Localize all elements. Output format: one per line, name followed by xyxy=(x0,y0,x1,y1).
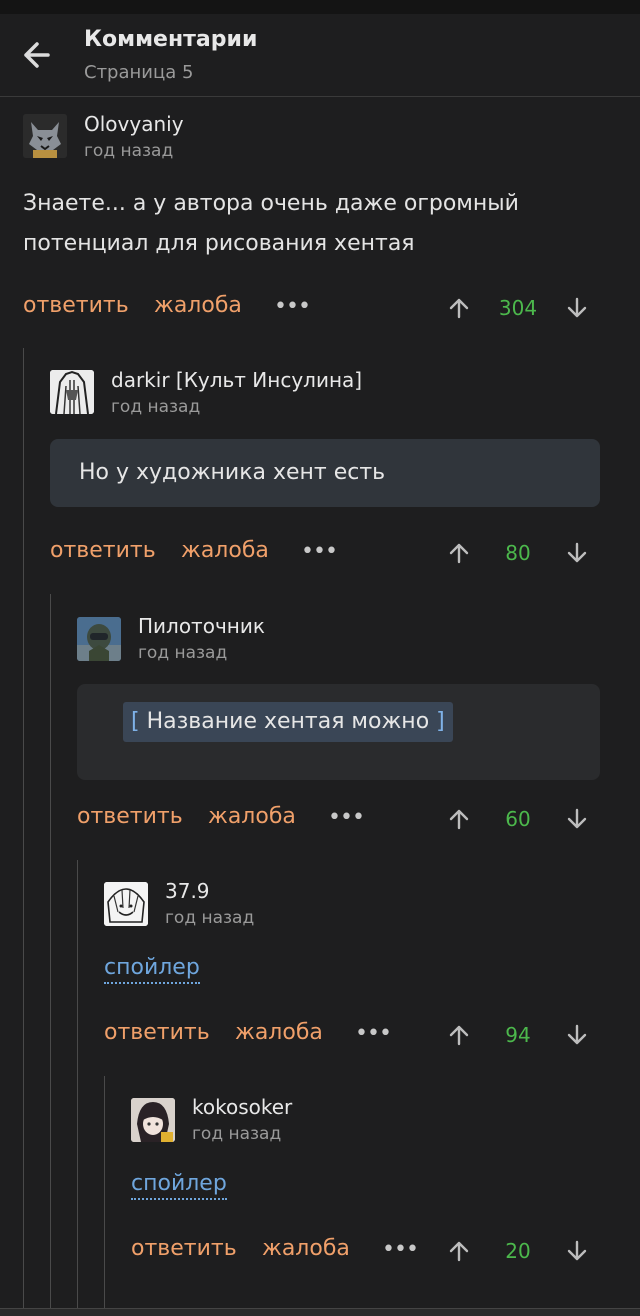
content-card: [ Название хентая можно ] xyxy=(77,684,600,780)
quote-block: Но у художника хент есть xyxy=(50,439,600,507)
status-strip xyxy=(0,0,640,14)
comment-time: год назад xyxy=(138,643,228,663)
arrow-up-icon xyxy=(449,1025,469,1046)
thread-line-1 xyxy=(23,348,24,1308)
comment-time: год назад xyxy=(84,141,174,161)
upvote-button[interactable] xyxy=(448,296,470,320)
bottom-edge xyxy=(0,1308,640,1316)
wolf-avatar-icon xyxy=(23,114,67,158)
avatar[interactable] xyxy=(50,370,94,414)
comment-time: год назад xyxy=(165,908,255,928)
arrow-down-icon xyxy=(567,297,587,318)
thread-line-4 xyxy=(104,1076,105,1308)
reply-button[interactable]: ответить xyxy=(23,293,129,318)
arrow-up-icon xyxy=(449,1241,469,1262)
report-button[interactable]: жалоба xyxy=(262,1236,350,1261)
arrow-up-icon xyxy=(449,809,469,830)
arrow-up-icon xyxy=(449,543,469,564)
more-options-button[interactable]: ••• xyxy=(274,294,311,319)
score: 94 xyxy=(505,1023,531,1047)
more-options-button[interactable]: ••• xyxy=(382,1237,419,1262)
back-button[interactable] xyxy=(18,38,56,72)
bracket-close: ] xyxy=(436,709,445,734)
thread-line-2 xyxy=(50,594,51,1308)
top-app-bar: Комментарии Страница 5 xyxy=(0,14,640,97)
downvote-button[interactable] xyxy=(566,296,588,320)
pilot-avatar-icon xyxy=(77,617,121,661)
report-button[interactable]: жалоба xyxy=(208,804,296,829)
upvote-button[interactable] xyxy=(448,1239,470,1263)
arrow-up-icon xyxy=(449,298,469,319)
avatar[interactable] xyxy=(23,114,67,158)
comment-author[interactable]: Пилоточник xyxy=(138,614,265,638)
comment-author[interactable]: darkir [Культ Инсулина] xyxy=(111,368,362,392)
score: 304 xyxy=(498,296,538,320)
spoiler-toggle[interactable]: спойлер xyxy=(104,955,200,984)
comment-time: год назад xyxy=(192,1124,282,1144)
more-options-button[interactable]: ••• xyxy=(301,539,338,564)
page-subtitle: Страница 5 xyxy=(84,62,194,83)
hidden-text-chip[interactable]: [ Название хентая можно ] xyxy=(123,702,453,742)
reply-button[interactable]: ответить xyxy=(50,538,156,563)
downvote-button[interactable] xyxy=(566,1239,588,1263)
thread-line-3 xyxy=(77,860,78,1308)
report-button[interactable]: жалоба xyxy=(235,1020,323,1045)
manga-avatar-icon xyxy=(104,882,148,926)
report-button[interactable]: жалоба xyxy=(154,293,242,318)
score: 20 xyxy=(505,1239,531,1263)
sketch-avatar-icon xyxy=(50,370,94,414)
comment-time: год назад xyxy=(111,397,201,417)
score: 60 xyxy=(505,807,531,831)
arrow-down-icon xyxy=(567,1240,587,1261)
report-button[interactable]: жалоба xyxy=(181,538,269,563)
bracket-open: [ xyxy=(131,709,140,734)
downvote-button[interactable] xyxy=(566,541,588,565)
avatar[interactable] xyxy=(77,617,121,661)
reply-button[interactable]: ответить xyxy=(104,1020,210,1045)
reply-button[interactable]: ответить xyxy=(77,804,183,829)
more-options-button[interactable]: ••• xyxy=(328,805,365,830)
arrow-left-icon xyxy=(24,42,50,68)
anime-avatar-icon xyxy=(131,1098,175,1142)
comment-text: Знаете... а у автора очень даже огромный… xyxy=(23,191,519,256)
spoiler-toggle[interactable]: спойлер xyxy=(131,1171,227,1200)
upvote-button[interactable] xyxy=(448,541,470,565)
downvote-button[interactable] xyxy=(566,807,588,831)
upvote-button[interactable] xyxy=(448,1023,470,1047)
upvote-button[interactable] xyxy=(448,807,470,831)
comment-author[interactable]: kokosoker xyxy=(192,1095,292,1119)
comment-author[interactable]: 37.9 xyxy=(165,879,210,903)
page-title: Комментарии xyxy=(84,27,258,52)
comment-author[interactable]: Olovyaniy xyxy=(84,112,184,136)
reply-button[interactable]: ответить xyxy=(131,1236,237,1261)
arrow-down-icon xyxy=(567,542,587,563)
hidden-text-label: Название хентая можно xyxy=(139,709,437,734)
arrow-down-icon xyxy=(567,808,587,829)
arrow-down-icon xyxy=(567,1024,587,1045)
avatar[interactable] xyxy=(131,1098,175,1142)
more-options-button[interactable]: ••• xyxy=(355,1021,392,1046)
quote-text: Но у художника хент есть xyxy=(79,460,386,485)
downvote-button[interactable] xyxy=(566,1023,588,1047)
avatar[interactable] xyxy=(104,882,148,926)
score: 80 xyxy=(505,541,531,565)
